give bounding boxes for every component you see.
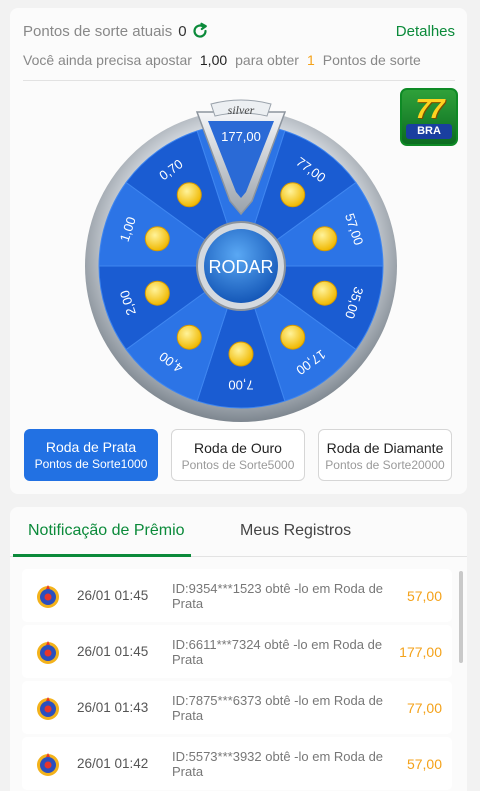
coin-icon (144, 226, 170, 252)
logo-text: BRA (406, 124, 452, 139)
record-time: 26/01 01:45 (77, 588, 149, 603)
record-description: ID:6611***7324 obtê -lo em Roda de Prata (172, 636, 383, 667)
record-time: 26/01 01:43 (77, 700, 149, 715)
coin-icon (176, 324, 202, 350)
record-list: 26/01 01:45 ID:9354***1523 obtê -lo em Ro… (22, 569, 452, 791)
prize-wheel-icon (36, 697, 60, 721)
coin-icon (228, 341, 254, 367)
tab-my-records[interactable]: Meus Registros (240, 522, 351, 540)
tier-silver-button[interactable]: Roda de Prata Pontos de Sorte1000 (24, 429, 158, 481)
record-amount: 77,00 (406, 699, 442, 716)
scrollbar[interactable] (459, 571, 463, 663)
points-value: 0 (178, 22, 187, 40)
prize-wheel-icon (36, 753, 60, 777)
tier-gold-button[interactable]: Roda de Ouro Pontos de Sorte5000 (171, 429, 305, 481)
coin-icon (312, 226, 338, 252)
record-time: 26/01 01:42 (77, 756, 149, 771)
brand-logo: 77 BRA (400, 88, 458, 146)
record-amount: 57,00 (406, 587, 442, 604)
record-amount: 177,00 (399, 643, 442, 660)
records-card: Notificação de Prêmio Meus Registros 26/… (10, 507, 467, 791)
spin-button-label[interactable]: RODAR (208, 257, 273, 277)
record-description: ID:5573***3932 obtê -lo em Roda de Prata (172, 748, 384, 779)
wheel-card: Pontos de sorte atuais 0 Detalhes Você a… (10, 8, 467, 494)
record-row: 26/01 01:43 ID:7875***6373 obtê -lo em Ro… (22, 681, 452, 734)
logo-number: 77 (415, 93, 444, 124)
coin-icon (312, 280, 338, 306)
refresh-icon[interactable] (191, 22, 209, 40)
tier-name: Roda de Ouro (194, 440, 282, 456)
record-row: 26/01 01:45 ID:9354***1523 obtê -lo em Ro… (22, 569, 452, 622)
obtain-points: 1 (306, 52, 315, 68)
need-amount: 1,00 (199, 52, 228, 68)
coin-icon (176, 182, 202, 208)
need-text: Você ainda precisa apostar (23, 52, 192, 68)
points-row: Pontos de sorte atuais 0 Detalhes (23, 21, 455, 41)
details-link[interactable]: Detalhes (396, 23, 455, 40)
tier-name: Roda de Diamante (326, 440, 444, 456)
tab-prize-notification[interactable]: Notificação de Prêmio (28, 522, 185, 540)
record-row: 26/01 01:42 ID:5573***3932 obtê -lo em Ro… (22, 737, 452, 790)
silver-badge-text: silver (228, 103, 255, 117)
segment-value-top: 177,00 (221, 129, 261, 144)
records-tabs: Notificação de Prêmio Meus Registros (10, 507, 467, 557)
coin-icon (280, 324, 306, 350)
prize-wheel-icon (36, 585, 60, 609)
divider (23, 80, 455, 81)
record-time: 26/01 01:45 (77, 644, 149, 659)
segment-value: 7,00 (228, 378, 253, 393)
tier-name: Roda de Prata (45, 439, 137, 455)
requirement-row: Você ainda precisa apostar 1,00 para obt… (23, 50, 455, 70)
points-unit: Pontos de sorte (322, 52, 421, 68)
obtain-text: para obter (235, 52, 299, 68)
coin-icon (144, 280, 170, 306)
record-description: ID:9354***1523 obtê -lo em Roda de Prata (172, 580, 384, 611)
points-label: Pontos de sorte atuais (23, 22, 173, 40)
prize-wheel-icon (36, 641, 60, 665)
active-tab-indicator (13, 554, 191, 557)
tier-cost: Pontos de Sorte20000 (325, 458, 445, 472)
tier-cost: Pontos de Sorte1000 (34, 457, 148, 471)
prize-wheel[interactable]: 77,0057,0035,0017,007,004,002,001,000,70… (80, 94, 402, 424)
record-row: 26/01 01:45 ID:6611***7324 obtê -lo em Ro… (22, 625, 452, 678)
record-description: ID:7875***6373 obtê -lo em Roda de Prata (172, 692, 384, 723)
tier-diamond-button[interactable]: Roda de Diamante Pontos de Sorte20000 (318, 429, 452, 481)
coin-icon (280, 182, 306, 208)
record-amount: 57,00 (406, 755, 442, 772)
tier-cost: Pontos de Sorte5000 (181, 458, 295, 472)
